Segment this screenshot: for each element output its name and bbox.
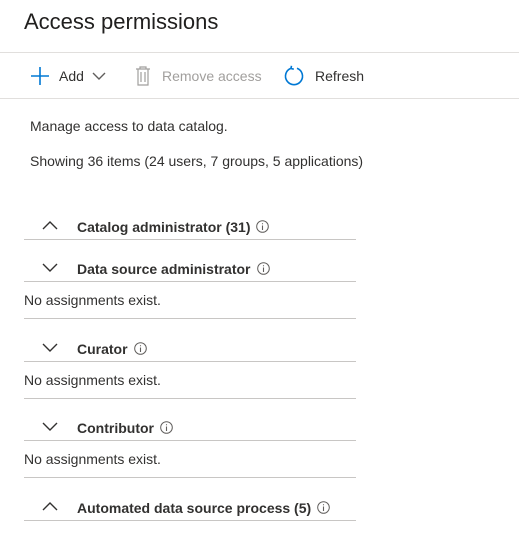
empty-assignments-row: No assignments exist. <box>24 441 356 478</box>
refresh-label: Refresh <box>315 68 365 84</box>
trash-icon <box>135 66 151 86</box>
refresh-button[interactable]: Refresh <box>283 53 364 99</box>
chevron-up-icon[interactable] <box>42 501 58 511</box>
chevron-down-icon[interactable] <box>42 421 58 431</box>
empty-text: No assignments exist. <box>24 292 161 308</box>
toolbar: Add Remove access Refresh <box>0 53 519 99</box>
chevron-down-icon[interactable] <box>92 71 106 81</box>
panel-header: Access permissions <box>0 0 519 53</box>
info-icon[interactable] <box>317 501 330 514</box>
info-icon[interactable] <box>160 421 173 434</box>
remove-access-button[interactable]: Remove access <box>135 53 262 99</box>
description-text: Manage access to data catalog. <box>30 118 228 134</box>
add-button[interactable]: Add <box>30 53 106 99</box>
section-title: Data source administrator <box>77 261 270 277</box>
empty-assignments-row: No assignments exist. <box>24 282 356 319</box>
section-title: Curator <box>77 341 147 357</box>
section-catalog-administrator[interactable]: Catalog administrator (31) <box>24 216 356 240</box>
add-button-label: Add <box>59 68 84 84</box>
chevron-down-icon[interactable] <box>42 342 58 352</box>
empty-text: No assignments exist. <box>24 451 161 467</box>
section-automated-data-source-process[interactable]: Automated data source process (5) <box>24 497 356 521</box>
info-icon[interactable] <box>256 262 270 275</box>
empty-text: No assignments exist. <box>24 372 161 388</box>
refresh-icon <box>283 65 305 87</box>
access-permissions-panel: Access permissions Add Remove access Ref… <box>0 0 519 548</box>
info-icon[interactable] <box>256 220 270 233</box>
page-title: Access permissions <box>24 9 219 34</box>
section-title: Catalog administrator (31) <box>77 219 270 235</box>
empty-assignments-row: No assignments exist. <box>24 362 356 399</box>
info-icon[interactable] <box>133 342 147 355</box>
section-curator[interactable]: Curator <box>24 338 356 362</box>
plus-icon <box>30 66 50 86</box>
chevron-up-icon[interactable] <box>42 220 58 230</box>
remove-access-label: Remove access <box>162 68 262 84</box>
section-data-source-administrator[interactable]: Data source administrator <box>24 258 356 282</box>
section-title: Automated data source process (5) <box>77 500 330 516</box>
section-contributor[interactable]: Contributor <box>24 417 356 441</box>
section-title: Contributor <box>77 420 173 436</box>
item-count-text: Showing 36 items (24 users, 7 groups, 5 … <box>30 153 364 169</box>
chevron-down-icon[interactable] <box>42 262 58 272</box>
